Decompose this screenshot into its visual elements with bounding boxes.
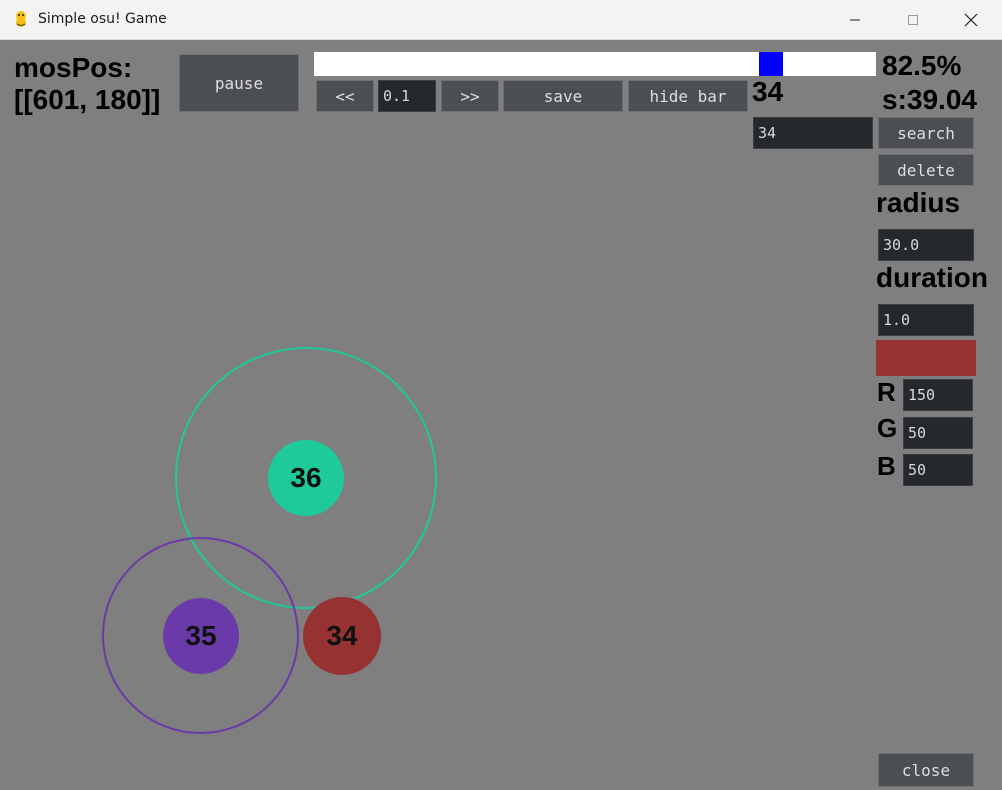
hit-circle-number: 35 [185,620,217,651]
blue-label: B [877,451,896,481]
selected-object-id: 34 [752,76,784,107]
step-input[interactable]: 0.1 [378,80,436,112]
python-snake-icon [16,11,26,27]
hide-bar-button[interactable]: hide bar [628,80,748,112]
pause-button[interactable]: pause [179,54,299,112]
search-button[interactable]: search [878,117,974,149]
hit-circle-number: 34 [326,620,358,651]
window-title: Simple osu! Game [38,11,167,27]
game-canvas[interactable]: mosPos: [[601, 180]] pause 82.5% s:39.04… [0,40,1002,790]
delete-button[interactable]: delete [878,154,974,186]
hit-circle[interactable]: 36 [268,440,344,516]
duration-input[interactable]: 1.0 [878,304,974,336]
search-input[interactable]: 34 [753,117,873,149]
elapsed-seconds: s:39.04 [882,84,977,115]
title-bar: Simple osu! Game [0,0,1002,40]
save-button[interactable]: save [503,80,623,112]
hit-circle[interactable]: 35 [163,598,239,674]
timeline-handle[interactable] [759,52,783,76]
duration-label: duration [876,262,988,293]
rewind-button[interactable]: << [316,80,374,112]
close-window-button[interactable] [942,0,1000,40]
minimize-icon [850,19,860,21]
green-input[interactable]: 50 [903,417,973,449]
hit-circle-number: 36 [290,462,322,493]
close-button[interactable]: close [878,753,974,787]
forward-button[interactable]: >> [441,80,499,112]
maximize-button[interactable] [884,0,942,40]
close-icon [964,13,978,27]
green-label: G [877,413,898,443]
color-preview-swatch [876,340,976,376]
red-label: R [877,377,896,407]
mouse-pos-label: mosPos: [14,52,133,83]
timeline-progress-bar[interactable] [314,52,876,76]
blue-input[interactable]: 50 [903,454,973,486]
progress-percent: 82.5% [882,50,962,81]
red-input[interactable]: 150 [903,379,973,411]
maximize-icon [908,15,918,25]
minimize-button[interactable] [826,0,884,40]
mouse-pos-value: [[601, 180]] [14,84,161,115]
radius-input[interactable]: 30.0 [878,229,974,261]
hit-circle[interactable]: 34 [303,597,381,675]
radius-label: radius [876,187,961,218]
